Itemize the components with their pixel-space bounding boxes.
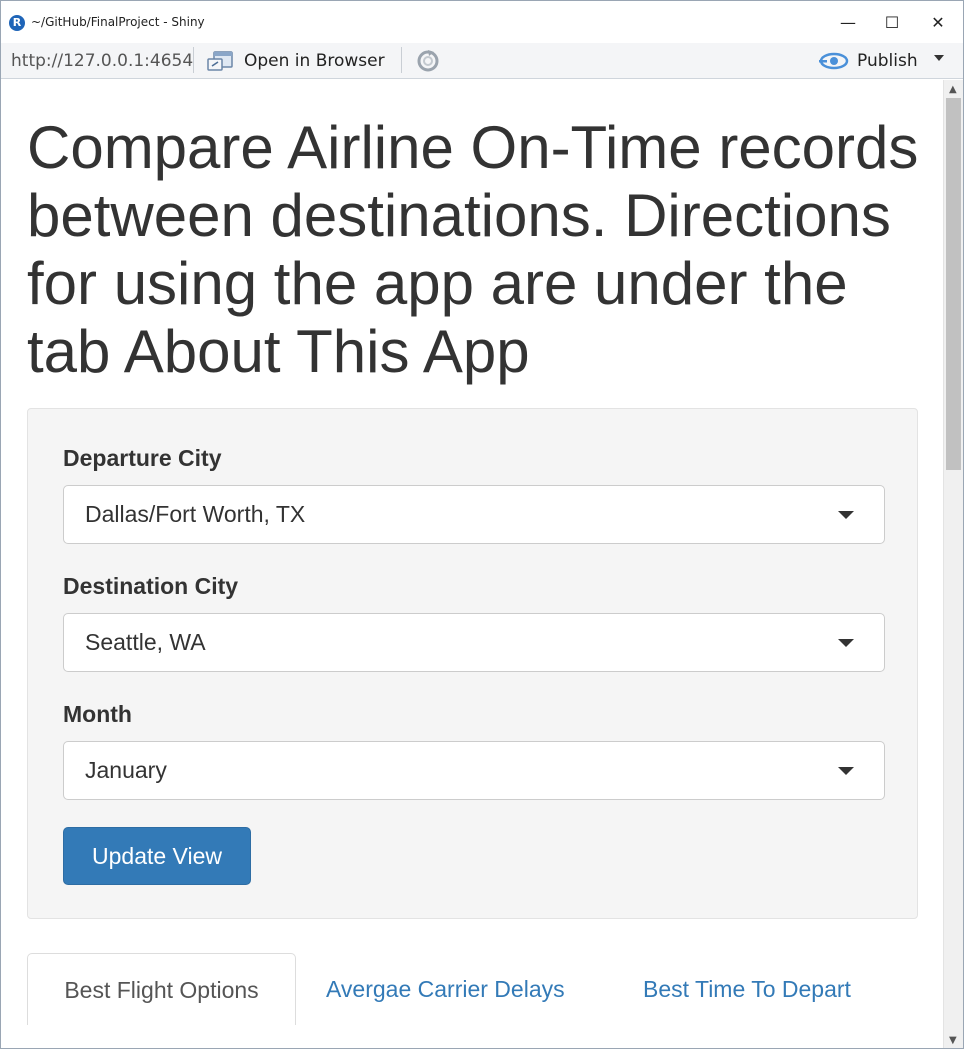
- destination-city-label: Destination City: [63, 573, 239, 599]
- rstudio-shiny-window: R ~/GitHub/FinalProject - Shiny — ☐ ✕ ht…: [0, 0, 964, 1049]
- chevron-down-icon: [838, 639, 854, 647]
- publish-label: Publish: [857, 51, 918, 71]
- month-value: January: [85, 757, 167, 783]
- tab-best-time-to-depart[interactable]: Best Time To Depart: [643, 953, 851, 1025]
- destination-city-select[interactable]: Seattle, WA: [63, 613, 885, 672]
- month-select[interactable]: January: [63, 741, 885, 800]
- viewer-toolbar: http://127.0.0.1:4654 Open in Browser Pu…: [1, 43, 963, 79]
- departure-city-value: Dallas/Fort Worth, TX: [85, 501, 306, 527]
- scroll-up-arrow-icon[interactable]: ▲: [949, 84, 957, 95]
- tab-best-flight-options[interactable]: Best Flight Options: [27, 953, 296, 1025]
- month-label: Month: [63, 701, 132, 727]
- title-bar: R ~/GitHub/FinalProject - Shiny — ☐ ✕: [1, 1, 963, 43]
- r-logo-icon: R: [9, 15, 25, 31]
- shiny-app-content: Compare Airline On-Time records between …: [1, 80, 943, 1048]
- scroll-thumb[interactable]: [946, 98, 961, 470]
- chevron-down-icon: [838, 767, 854, 775]
- toolbar-divider: [401, 47, 402, 73]
- departure-city-select[interactable]: Dallas/Fort Worth, TX: [63, 485, 885, 544]
- refresh-icon[interactable]: [413, 48, 443, 74]
- publish-icon: [819, 52, 849, 70]
- open-in-browser-button[interactable]: Open in Browser: [206, 47, 385, 75]
- page-title: Compare Airline On-Time records between …: [27, 114, 919, 385]
- close-button[interactable]: ✕: [915, 7, 961, 39]
- chevron-down-icon: [838, 511, 854, 519]
- tab-bar: Best Flight Options Avergae Carrier Dela…: [27, 953, 918, 1025]
- publish-dropdown-caret-icon[interactable]: [934, 55, 944, 61]
- departure-city-label: Departure City: [63, 445, 222, 471]
- update-view-button[interactable]: Update View: [63, 827, 251, 885]
- minimize-button[interactable]: —: [825, 7, 871, 39]
- vertical-scrollbar[interactable]: ▲ ▼: [943, 80, 963, 1048]
- publish-button[interactable]: Publish: [819, 47, 918, 75]
- scroll-down-arrow-icon[interactable]: ▼: [949, 1035, 957, 1046]
- sidebar-panel: Departure City Dallas/Fort Worth, TX Des…: [27, 408, 918, 919]
- window-title: ~/GitHub/FinalProject - Shiny: [31, 15, 205, 29]
- maximize-button[interactable]: ☐: [869, 7, 915, 39]
- url-display[interactable]: http://127.0.0.1:4654: [11, 51, 193, 71]
- toolbar-divider: [193, 47, 194, 73]
- open-browser-icon: [207, 51, 233, 71]
- open-in-browser-label: Open in Browser: [244, 51, 385, 71]
- destination-city-value: Seattle, WA: [85, 629, 206, 655]
- tab-average-carrier-delays[interactable]: Avergae Carrier Delays: [326, 953, 565, 1025]
